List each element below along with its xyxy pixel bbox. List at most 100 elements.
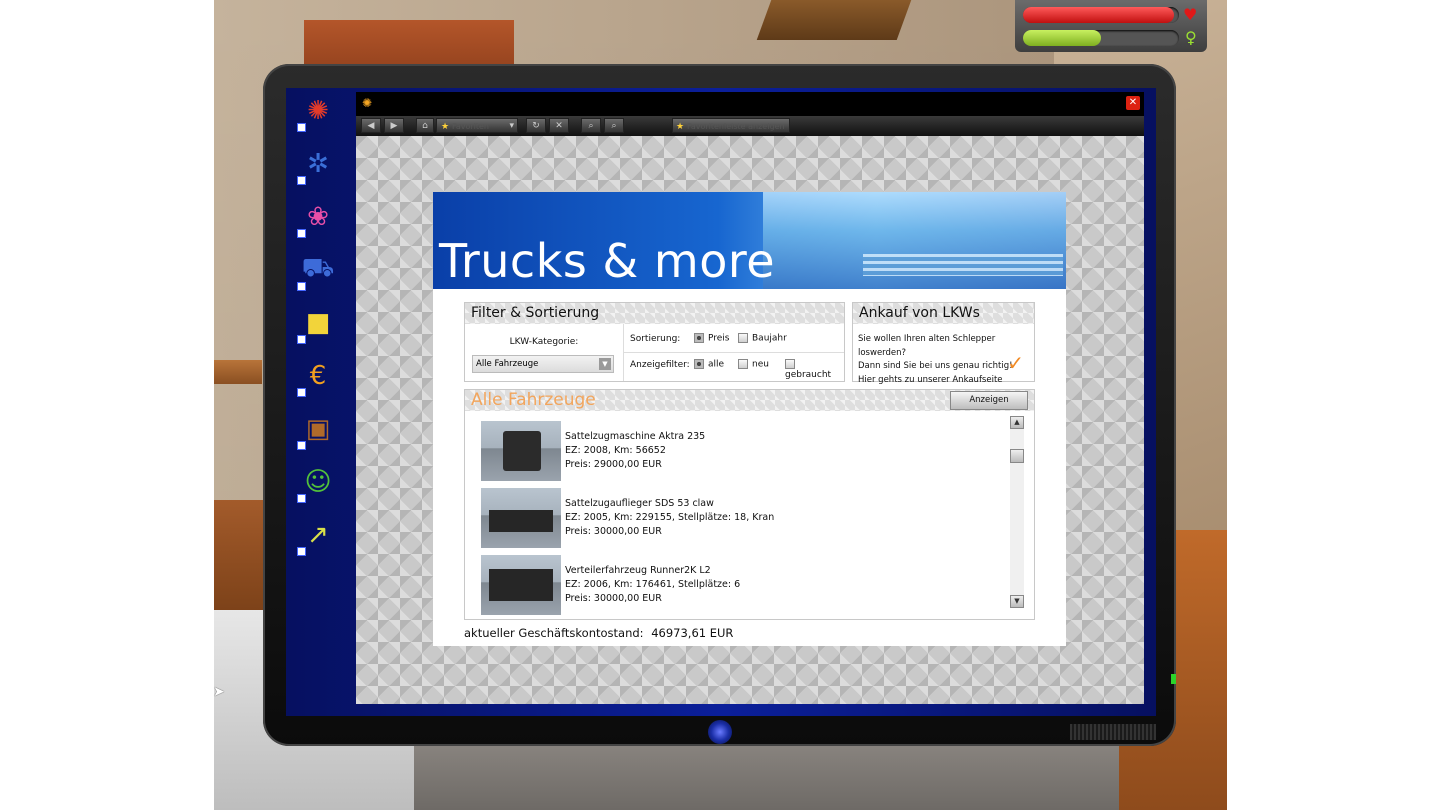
vehicle-price: Preis: 30000,00 EUR bbox=[565, 593, 662, 604]
energy-bar-fill bbox=[1023, 30, 1101, 46]
star-icon: ★ bbox=[441, 122, 450, 132]
browser-toolbar: ◀ ▶ ⌂ ★ Favoriten ▾ ↻ ✕ ⌕ ⌕ ★ Favoritenl… bbox=[356, 116, 1144, 136]
vehicle-name: Sattelzugauflieger SDS 53 claw bbox=[565, 498, 714, 509]
browser-titlebar: ✺ ✕ bbox=[356, 92, 1144, 114]
filter-panel: Filter & Sortierung LKW-Kategorie: Alle … bbox=[464, 302, 845, 382]
site-banner: Trucks & more bbox=[433, 192, 1066, 289]
close-button[interactable]: ✕ bbox=[1126, 96, 1140, 110]
mouse-cursor-icon: ➤ bbox=[213, 684, 225, 700]
site-title: Trucks & more bbox=[439, 234, 776, 288]
vehicle-list-panel: Alle Fahrzeuge Anzeigen Sattelzugmaschin… bbox=[464, 389, 1035, 620]
truck-grill-image bbox=[863, 254, 1063, 276]
scrollbar-thumb[interactable] bbox=[1010, 449, 1024, 463]
favorites-bar-label: Favoritenleiste anzeigen bbox=[686, 122, 785, 131]
room-shelf bbox=[214, 360, 262, 384]
vehicle-list-heading: Alle Fahrzeuge bbox=[465, 390, 1034, 411]
radio-icon[interactable] bbox=[738, 359, 748, 369]
sort-option-price-label: Preis bbox=[708, 333, 730, 344]
vehicle-details: EZ: 2008, Km: 56652 bbox=[565, 445, 666, 456]
shortcut-arrow-icon bbox=[297, 494, 306, 503]
show-button[interactable]: Anzeigen bbox=[950, 391, 1028, 410]
list-item[interactable]: Sattelzugauflieger SDS 53 claw EZ: 2005,… bbox=[481, 488, 1001, 550]
sort-label: Sortierung: bbox=[630, 334, 681, 344]
list-item[interactable]: Verteilerfahrzeug Runner2K L2 EZ: 2006, … bbox=[481, 555, 1001, 617]
shortcut-arrow-icon bbox=[297, 282, 306, 291]
room-floor bbox=[414, 740, 1119, 810]
truck-purchase-link[interactable]: Hier gehts zu unserer Ankaufseite bbox=[858, 374, 1034, 388]
health-bar-fill bbox=[1023, 7, 1175, 23]
list-item[interactable]: Sattelzugmaschine Aktra 235 EZ: 2008, Km… bbox=[481, 421, 1001, 483]
health-bar bbox=[1023, 7, 1179, 23]
vehicle-details: EZ: 2006, Km: 176461, Stellplätze: 6 bbox=[565, 579, 741, 590]
shortcut-arrow-icon bbox=[297, 229, 306, 238]
vehicle-name: Sattelzugmaschine Aktra 235 bbox=[565, 431, 706, 442]
shortcut-arrow-icon bbox=[297, 123, 306, 132]
account-balance-value: 46973,61 EUR bbox=[651, 626, 734, 640]
truck-tractor-image bbox=[503, 431, 541, 471]
shortcut-arrow-icon bbox=[297, 388, 306, 397]
sort-option-year[interactable]: Baujahr bbox=[738, 333, 787, 344]
filter-heading: Filter & Sortierung bbox=[465, 303, 844, 324]
radio-selected-icon[interactable] bbox=[694, 359, 704, 369]
vehicle-price: Preis: 29000,00 EUR bbox=[565, 459, 662, 470]
desktop-shortcut[interactable]: ▣ bbox=[295, 406, 341, 452]
category-select[interactable]: Alle Fahrzeuge ▼ bbox=[472, 355, 614, 373]
desktop-shortcut[interactable]: ❀ bbox=[295, 194, 341, 240]
display-option-used-label: gebraucht bbox=[785, 369, 832, 380]
trucks-and-more-page: Trucks & more Filter & Sortierung LKW-Ka… bbox=[433, 192, 1066, 646]
display-option-all[interactable]: alle bbox=[694, 359, 724, 370]
stop-button[interactable]: ✕ bbox=[549, 118, 569, 133]
heart-icon: ♥ bbox=[1183, 5, 1198, 24]
vehicle-thumbnail bbox=[481, 488, 561, 548]
desktop-shortcut[interactable]: ↗ bbox=[295, 512, 341, 558]
star-icon: ★ bbox=[676, 122, 685, 132]
person-icon: ♀ bbox=[1185, 28, 1197, 47]
van-image bbox=[489, 569, 553, 601]
shortcut-arrow-icon bbox=[297, 441, 306, 450]
sort-option-price[interactable]: Preis bbox=[694, 333, 730, 344]
display-filter-label: Anzeigefilter: bbox=[630, 360, 690, 370]
display-option-new[interactable]: neu bbox=[738, 359, 769, 370]
browser-content: Trucks & more Filter & Sortierung LKW-Ka… bbox=[356, 136, 1144, 704]
status-hud: ♥ ♀ bbox=[1015, 0, 1207, 52]
desktop-shortcut[interactable]: ■ bbox=[295, 300, 341, 346]
scroll-down-icon[interactable]: ▼ bbox=[1010, 595, 1024, 608]
trailer-crane-image bbox=[489, 510, 553, 532]
bookmark-select[interactable]: ★ Favoriten ▾ bbox=[436, 118, 518, 133]
vehicle-list-scrollbar[interactable]: ▲ ▼ bbox=[1010, 416, 1024, 608]
desktop-shortcut[interactable]: ☺ bbox=[295, 459, 341, 505]
home-button[interactable]: ⌂ bbox=[416, 118, 434, 133]
radio-icon[interactable] bbox=[785, 359, 795, 369]
scroll-up-icon[interactable]: ▲ bbox=[1010, 416, 1024, 429]
zoom-in-button[interactable]: ⌕ bbox=[581, 118, 601, 133]
desktop-icon-bar: ✺ ✲ ❀ ⛟ ■ € ▣ ☺ ↗ bbox=[290, 88, 346, 558]
desktop-shortcut[interactable]: € bbox=[295, 353, 341, 399]
radio-icon[interactable] bbox=[738, 333, 748, 343]
vehicle-price: Preis: 30000,00 EUR bbox=[565, 526, 662, 537]
refresh-button[interactable]: ↻ bbox=[526, 118, 546, 133]
display-option-new-label: neu bbox=[752, 359, 769, 370]
ceiling-beam bbox=[756, 0, 912, 40]
shortcut-arrow-icon bbox=[297, 547, 306, 556]
truck-purchase-heading: Ankauf von LKWs bbox=[853, 303, 1034, 324]
monitor-speaker-grille bbox=[1070, 724, 1156, 740]
desktop-shortcut[interactable]: ⛟ bbox=[295, 247, 341, 293]
zoom-out-button[interactable]: ⌕ bbox=[604, 118, 624, 133]
forward-button[interactable]: ▶ bbox=[384, 118, 404, 133]
vehicle-name: Verteilerfahrzeug Runner2K L2 bbox=[565, 565, 711, 576]
vehicle-thumbnail bbox=[481, 555, 561, 615]
desktop-shortcut[interactable]: ✺ bbox=[295, 88, 341, 134]
checkmark-icon[interactable]: ✓ bbox=[1007, 351, 1024, 375]
favorites-bar-toggle[interactable]: ★ Favoritenleiste anzeigen bbox=[672, 118, 790, 133]
radio-selected-icon[interactable] bbox=[694, 333, 704, 343]
desktop-shortcut[interactable]: ✲ bbox=[295, 141, 341, 187]
display-option-all-label: alle bbox=[708, 359, 725, 370]
shortcut-arrow-icon bbox=[297, 335, 306, 344]
monitor-power-button[interactable] bbox=[708, 720, 732, 744]
energy-bar bbox=[1023, 30, 1179, 46]
back-button[interactable]: ◀ bbox=[361, 118, 381, 133]
power-led bbox=[1171, 674, 1176, 684]
category-select-value: Alle Fahrzeuge bbox=[476, 359, 539, 369]
display-option-used[interactable]: gebraucht bbox=[785, 359, 844, 380]
category-label: LKW-Kategorie: bbox=[509, 337, 579, 347]
